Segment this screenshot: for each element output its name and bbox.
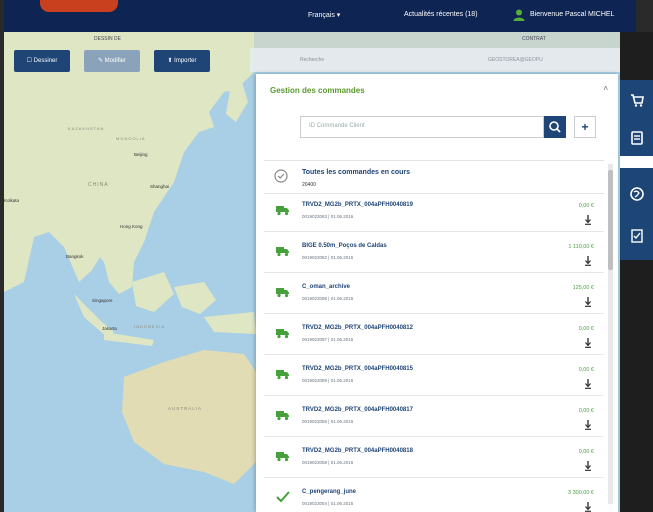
truck-icon — [276, 247, 289, 257]
map-label-hong-kong: Hong Kong — [120, 224, 143, 229]
order-reference: 0019023098 | 01.06.2016 — [302, 296, 354, 301]
truck-icon — [276, 329, 289, 339]
logo[interactable] — [40, 0, 118, 12]
order-price: 0,00 € — [578, 408, 594, 414]
order-reference: 0019023059 | 01.06.2016 — [302, 419, 354, 424]
checkmark-icon — [276, 491, 290, 503]
order-reference: 0019023087 | 01.06.2016 — [302, 337, 354, 342]
order-row[interactable]: TRVD2_MG2b_PRTX_004aPFH0040815 0019023089… — [264, 360, 604, 396]
order-row[interactable]: TRVD2_MG2b_PRTX_004aPFH0040812 0019023087… — [264, 319, 604, 355]
map-label-bangkok: Bangkok — [66, 254, 84, 259]
order-name[interactable]: C_pengerang_june — [302, 489, 356, 495]
map-search-text: Recherche — [300, 57, 325, 63]
order-price: 0,00 € — [578, 449, 594, 455]
download-icon[interactable] — [584, 256, 592, 266]
import-button[interactable]: ⬆ Importer — [154, 50, 210, 72]
sub-header: DESSIN DE CONTRAT — [4, 32, 620, 48]
check-circle-icon — [274, 169, 288, 183]
edit-button[interactable]: ✎ Modifier — [84, 50, 140, 72]
map-search-bar[interactable]: Recherche GEOSTOREA@GEOPU — [250, 48, 620, 72]
search-button[interactable] — [544, 116, 566, 138]
order-name[interactable]: TRVD2_MG2b_PRTX_004aPFH0040817 — [302, 407, 413, 413]
order-reference: 0019023054 | 01.06.2016 — [302, 501, 354, 506]
checklist-icon[interactable] — [629, 228, 645, 244]
draw-button[interactable]: ☐ Dessiner — [14, 50, 70, 72]
order-row[interactable]: TRVD2_MG2b_PRTX_004aPFH0040818 0019023058… — [264, 442, 604, 478]
order-name[interactable]: C_oman_archive — [302, 284, 350, 290]
order-row[interactable]: C_pengerang_june 0019023054 | 01.06.2016 3… — [264, 483, 604, 512]
cart-icon[interactable] — [629, 92, 645, 108]
map-label-china: CHINA — [88, 182, 109, 188]
contract-label: CONTRAT — [522, 36, 546, 42]
panel-title: Gestion des commandes — [270, 86, 365, 95]
order-price: 0,00 € — [578, 326, 594, 332]
search-placeholder: ID Commande Client — [309, 123, 365, 129]
order-name[interactable]: TRVD2_MG2b_PRTX_004aPFH0040815 — [302, 366, 413, 372]
order-name[interactable]: TRVD2_MG2b_PRTX_004aPFH0040819 — [302, 202, 413, 208]
map-label-shanghai: Shanghai — [150, 184, 170, 189]
user-icon — [513, 9, 525, 21]
download-icon[interactable] — [584, 215, 592, 225]
download-icon[interactable] — [584, 297, 592, 307]
map-label-australia: AUSTRALIA — [168, 406, 203, 411]
download-icon[interactable] — [584, 379, 592, 389]
archive-icon[interactable] — [629, 130, 645, 146]
order-search-input[interactable]: ID Commande Client — [300, 116, 544, 138]
map-label-mongolia: MONGOLIA — [116, 136, 146, 141]
collapse-icon[interactable]: ˄ — [603, 84, 608, 93]
language-selector[interactable]: Français ▾ — [308, 11, 340, 19]
add-order-button[interactable]: + — [574, 116, 596, 138]
order-row[interactable]: TRVD2_MG2b_PRTX_004aPFH0040819 0019023083… — [264, 196, 604, 232]
order-price: 0,00 € — [578, 367, 594, 373]
order-price: 0,00 € — [578, 203, 594, 209]
order-row[interactable]: TRVD2_MG2b_PRTX_004aPFH0040817 0019023059… — [264, 401, 604, 437]
search-icon — [549, 121, 561, 133]
map-label-jakarta: Jakarta — [102, 326, 117, 331]
top-bar: Français ▾ Actualités récentes (18) Bien… — [4, 0, 636, 32]
globe-icon[interactable] — [629, 186, 645, 202]
download-icon[interactable] — [584, 338, 592, 348]
map-label-kazakhstan: KAZAKHSTAN — [68, 126, 105, 131]
truck-icon — [276, 206, 289, 216]
order-price: 3 300,00 € — [568, 490, 594, 496]
order-price: 1 110,00 € — [568, 244, 594, 250]
draw-section-label: DESSIN DE — [94, 36, 121, 42]
order-price: 125,00 € — [572, 285, 594, 291]
truck-icon — [276, 370, 289, 380]
download-icon[interactable] — [584, 502, 592, 512]
order-reference: 0019023089 | 01.06.2016 — [302, 378, 354, 383]
truck-icon — [276, 452, 289, 462]
map-label-indonesia: INDONESIA — [134, 324, 166, 329]
contract-value[interactable]: GEOSTOREA@GEOPU — [488, 57, 543, 63]
news-link[interactable]: Actualités récentes (18) — [404, 11, 478, 18]
order-name[interactable]: TRVD2_MG2b_PRTX_004aPFH0040812 — [302, 325, 413, 331]
order-reference: 0019023083 | 01.06.2016 — [302, 214, 354, 219]
scrollbar-thumb[interactable] — [608, 170, 613, 270]
order-row[interactable]: BIGE 0.50m_Poços de Caldas 0019023082 | 0… — [264, 237, 604, 273]
panel-scrollbar[interactable] — [608, 164, 613, 504]
order-row[interactable]: C_oman_archive 0019023098 | 01.06.2016 125… — [264, 278, 604, 314]
order-name[interactable]: BIGE 0.50m_Poços de Caldas — [302, 243, 387, 249]
all-orders-total: 20400 — [302, 182, 316, 188]
download-icon[interactable] — [584, 461, 592, 471]
download-icon[interactable] — [584, 420, 592, 430]
orders-panel: Gestion des commandes ˄ ID Commande Clie… — [256, 74, 618, 512]
map-label-beijing: Beijing — [134, 152, 148, 157]
truck-icon — [276, 288, 289, 298]
all-orders-title: Toutes les commandes en cours — [302, 169, 411, 176]
order-name[interactable]: TRVD2_MG2b_PRTX_004aPFH0040818 — [302, 448, 413, 454]
map-label-singapore: Singapore — [92, 298, 113, 303]
map-label-kolkata: Kolkata — [4, 198, 20, 203]
welcome-user[interactable]: Bienvenue Pascal MICHEL — [530, 11, 614, 18]
truck-icon — [276, 411, 289, 421]
order-reference: 0019023082 | 01.06.2016 — [302, 255, 354, 260]
rail-separator — [620, 156, 653, 168]
order-reference: 0019023058 | 01.06.2016 — [302, 460, 354, 465]
all-orders-row[interactable]: Toutes les commandes en cours 20400 — [264, 160, 604, 194]
